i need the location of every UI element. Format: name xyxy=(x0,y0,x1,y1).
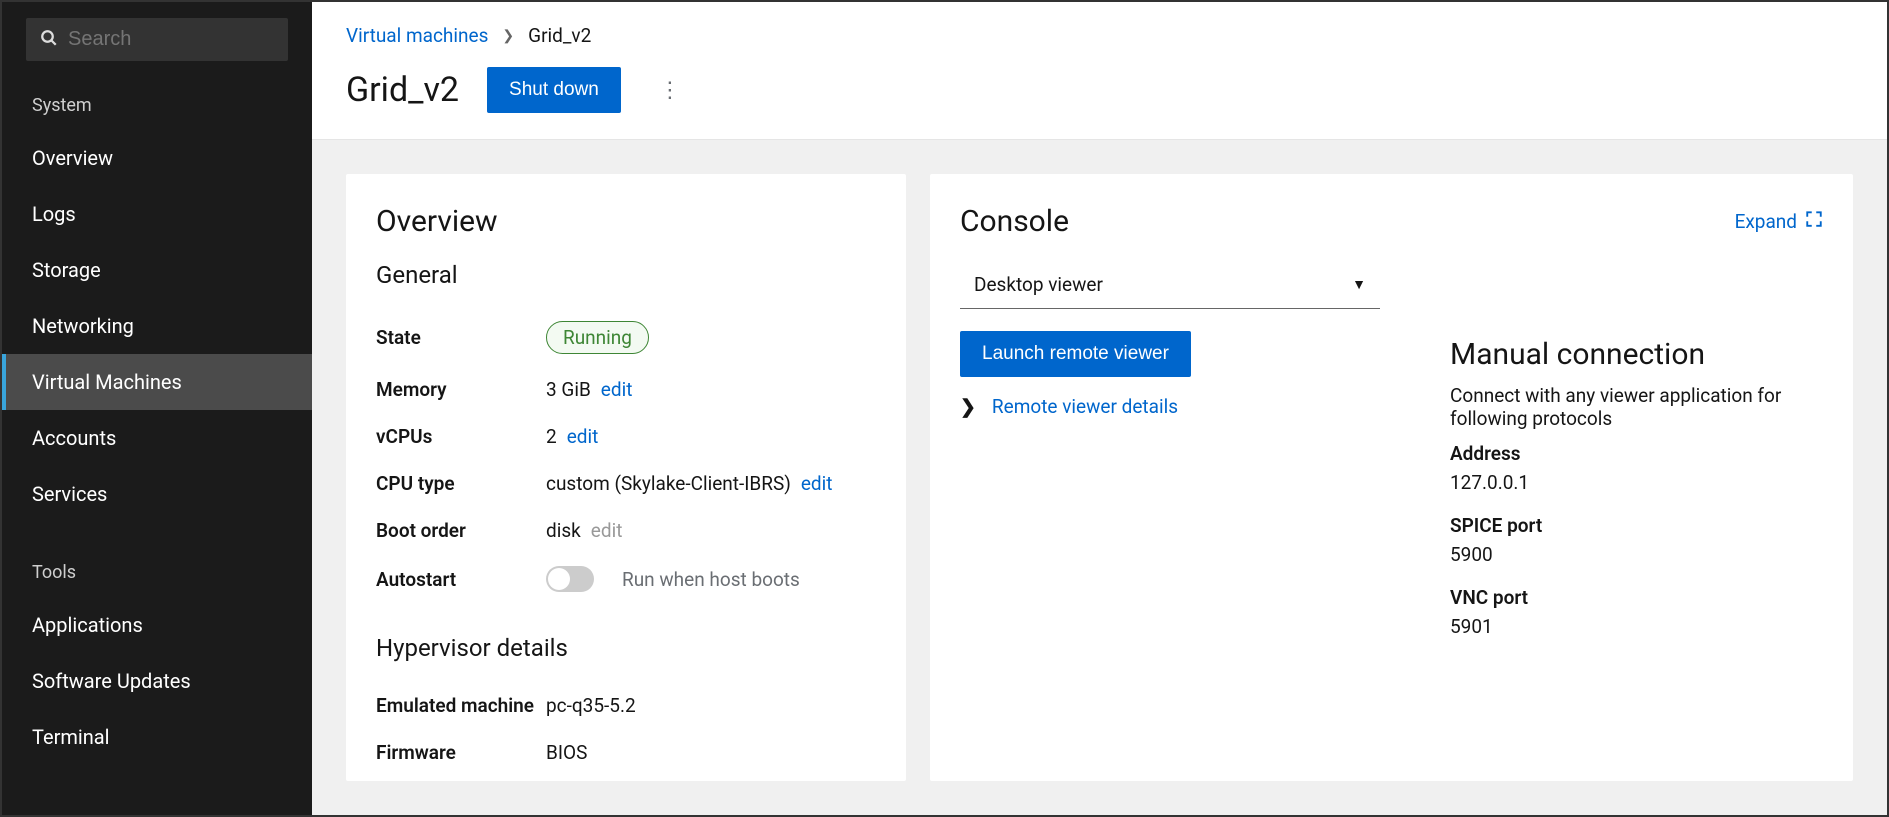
edit-memory-link[interactable]: edit xyxy=(601,378,633,401)
manual-connection-desc: Connect with any viewer application for … xyxy=(1450,384,1823,430)
expand-icon xyxy=(1805,210,1823,233)
label-firmware: Firmware xyxy=(376,741,546,764)
chevron-right-icon[interactable]: ❯ xyxy=(960,395,976,418)
label-memory: Memory xyxy=(376,378,546,401)
label-cpu-type: CPU type xyxy=(376,472,546,495)
manual-connection-title: Manual connection xyxy=(1450,337,1823,372)
main: Virtual machines ❯ Grid_v2 Grid_v2 Shut … xyxy=(312,2,1887,815)
sidebar-item-software-updates[interactable]: Software Updates xyxy=(2,653,312,709)
value-cpu-type: custom (Skylake-Client-IBRS) xyxy=(546,472,791,495)
console-title: Console xyxy=(960,204,1069,239)
value-address: 127.0.0.1 xyxy=(1450,471,1823,494)
caret-down-icon: ▼ xyxy=(1352,276,1366,293)
label-boot-order: Boot order xyxy=(376,519,546,542)
label-vnc-port: VNC port xyxy=(1450,586,1823,609)
sidebar-item-terminal[interactable]: Terminal xyxy=(2,709,312,765)
page-title: Grid_v2 xyxy=(346,70,459,110)
value-vcpus: 2 xyxy=(546,425,557,448)
sidebar-item-virtual-machines[interactable]: Virtual Machines xyxy=(2,354,312,410)
viewer-selected-value: Desktop viewer xyxy=(974,273,1103,296)
autostart-toggle[interactable] xyxy=(546,566,594,592)
launch-remote-viewer-button[interactable]: Launch remote viewer xyxy=(960,331,1191,377)
console-card: Console Expand Desktop viewer ▼ Launch r… xyxy=(930,174,1853,781)
value-memory: 3 GiB xyxy=(546,378,591,401)
breadcrumb-current: Grid_v2 xyxy=(528,24,591,47)
search-box[interactable] xyxy=(26,18,288,61)
expand-console-link[interactable]: Expand xyxy=(1735,210,1823,233)
sidebar-item-applications[interactable]: Applications xyxy=(2,597,312,653)
overview-title: Overview xyxy=(376,204,876,239)
label-autostart: Autostart xyxy=(376,568,546,591)
sidebar-item-logs[interactable]: Logs xyxy=(2,186,312,242)
value-firmware: BIOS xyxy=(546,741,587,764)
edit-vcpus-link[interactable]: edit xyxy=(567,425,599,448)
label-address: Address xyxy=(1450,442,1823,465)
label-state: State xyxy=(376,326,546,349)
edit-cpu-type-link[interactable]: edit xyxy=(801,472,833,495)
content-area: Overview General State Running Memory 3 … xyxy=(312,140,1887,815)
expand-label: Expand xyxy=(1735,210,1797,233)
hypervisor-title: Hypervisor details xyxy=(376,634,876,662)
value-emulated-machine: pc-q35-5.2 xyxy=(546,694,636,717)
search-input[interactable] xyxy=(68,28,274,51)
sidebar-item-accounts[interactable]: Accounts xyxy=(2,410,312,466)
value-spice-port: 5900 xyxy=(1450,543,1823,566)
sidebar: System Overview Logs Storage Networking … xyxy=(2,2,312,815)
label-spice-port: SPICE port xyxy=(1450,514,1823,537)
value-vnc-port: 5901 xyxy=(1450,615,1823,638)
sidebar-item-storage[interactable]: Storage xyxy=(2,242,312,298)
autostart-desc: Run when host boots xyxy=(622,568,800,591)
nav-section-system: System xyxy=(2,81,312,130)
nav-section-tools: Tools xyxy=(2,548,312,597)
breadcrumb: Virtual machines ❯ Grid_v2 xyxy=(346,24,1853,47)
sidebar-item-overview[interactable]: Overview xyxy=(2,130,312,186)
kebab-menu-icon[interactable]: ⋮ xyxy=(649,72,691,109)
edit-boot-order-link[interactable]: edit xyxy=(591,519,623,542)
chevron-right-icon: ❯ xyxy=(502,28,514,44)
label-emulated-machine: Emulated machine xyxy=(376,694,546,717)
remote-viewer-details-link[interactable]: Remote viewer details xyxy=(992,395,1178,418)
general-subtitle: General xyxy=(376,261,876,289)
status-badge: Running xyxy=(546,321,649,354)
overview-card: Overview General State Running Memory 3 … xyxy=(346,174,906,781)
shutdown-button[interactable]: Shut down xyxy=(487,67,621,113)
header-bar: Virtual machines ❯ Grid_v2 Grid_v2 Shut … xyxy=(312,2,1887,140)
viewer-select[interactable]: Desktop viewer ▼ xyxy=(960,261,1380,309)
breadcrumb-parent-link[interactable]: Virtual machines xyxy=(346,24,488,47)
sidebar-item-services[interactable]: Services xyxy=(2,466,312,522)
search-icon xyxy=(40,29,58,51)
sidebar-item-networking[interactable]: Networking xyxy=(2,298,312,354)
label-vcpus: vCPUs xyxy=(376,425,546,448)
value-boot-order: disk xyxy=(546,519,581,542)
